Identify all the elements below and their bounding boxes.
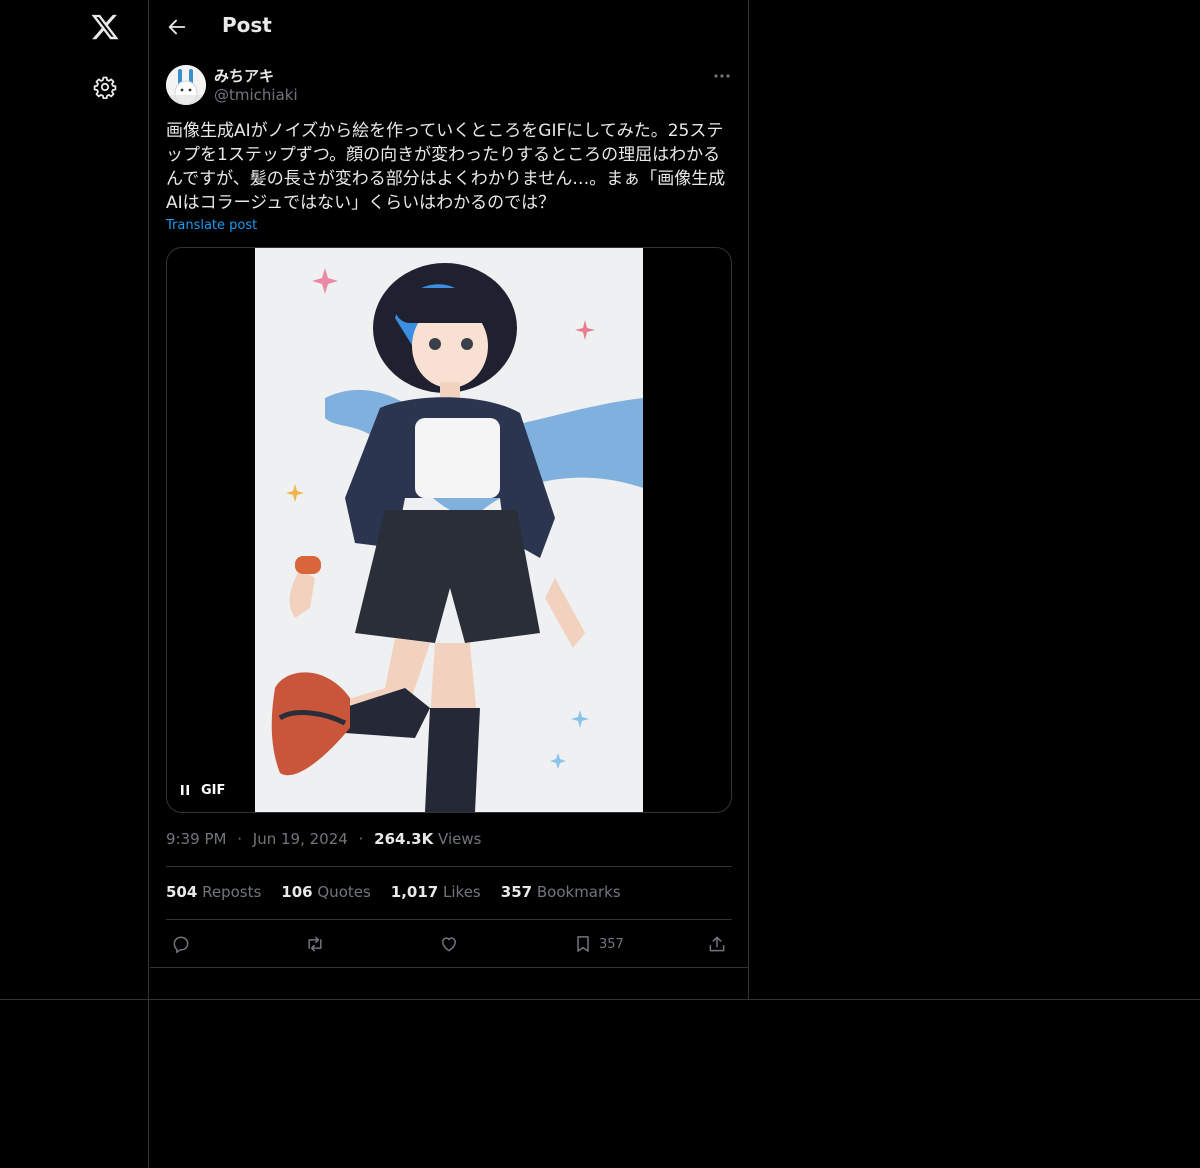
repost-icon [308, 936, 322, 952]
back-arrow-icon[interactable] [166, 16, 188, 38]
reply-icon [173, 936, 189, 954]
column-border [748, 968, 749, 1000]
divider [166, 866, 732, 867]
views-count[interactable]: 264.3K [374, 830, 433, 848]
heart-icon [442, 937, 456, 952]
author-display-name[interactable]: みちアキ [214, 65, 274, 86]
bookmarks-stat[interactable]: 357 Bookmarks [501, 883, 621, 901]
avatar-image [166, 65, 206, 105]
post-meta: 9:39 PM · Jun 19, 2024 · 264.3K Views [166, 830, 481, 848]
left-nav-rail [0, 0, 149, 1168]
post-time[interactable]: 9:39 PM [166, 830, 226, 848]
likes-stat[interactable]: 1,017 Likes [391, 883, 481, 901]
quotes-count: 106 [281, 883, 313, 901]
share-icon [709, 936, 725, 952]
section-divider [0, 999, 1200, 1000]
gif-illustration [255, 248, 643, 812]
bookmark-count: 357 [599, 936, 624, 952]
post-date[interactable]: Jun 19, 2024 [253, 830, 348, 848]
meta-separator: · [358, 830, 364, 848]
pause-icon[interactable] [179, 784, 191, 796]
bookmarks-label: Bookmarks [536, 883, 621, 901]
post-stats: 504 Reposts 106 Quotes 1,017 Likes 357 B… [166, 883, 621, 901]
meta-separator: · [237, 830, 243, 848]
post-actions: 357 [166, 930, 732, 958]
x-logo-icon[interactable] [90, 12, 120, 42]
translate-post-link[interactable]: Translate post [166, 218, 257, 233]
page-title: Post [222, 13, 272, 37]
like-button[interactable] [439, 932, 459, 956]
more-options-icon[interactable] [712, 66, 732, 86]
reposts-stat[interactable]: 504 Reposts [166, 883, 261, 901]
bookmarks-count: 357 [500, 883, 533, 901]
likes-count: 1,017 [390, 883, 439, 901]
gif-label: GIF [201, 782, 226, 798]
post-media[interactable]: GIF [166, 247, 732, 813]
reposts-label: Reposts [202, 883, 262, 901]
reposts-count: 504 [166, 883, 198, 901]
share-button[interactable] [707, 932, 727, 956]
reply-button[interactable] [171, 932, 191, 956]
gear-icon[interactable] [93, 75, 117, 99]
likes-label: Likes [443, 883, 481, 901]
divider [166, 919, 732, 920]
bookmark-icon [577, 936, 589, 952]
quotes-stat[interactable]: 106 Quotes [281, 883, 371, 901]
repost-button[interactable] [305, 932, 325, 956]
quotes-label: Quotes [317, 883, 371, 901]
views-label: Views [438, 830, 482, 848]
gif-badge[interactable]: GIF [179, 780, 225, 800]
post-header: Post [150, 0, 748, 54]
avatar[interactable] [166, 65, 206, 105]
post-column: Post みちアキ @tmichiaki 画像生成AIがノイズから絵を作っていく… [150, 0, 749, 968]
post-text: 画像生成AIがノイズから絵を作っていくところをGIFにしてみた。25ステップを1… [166, 121, 726, 213]
bookmark-button[interactable]: 357 [573, 932, 624, 956]
author-handle[interactable]: @tmichiaki [214, 86, 298, 104]
